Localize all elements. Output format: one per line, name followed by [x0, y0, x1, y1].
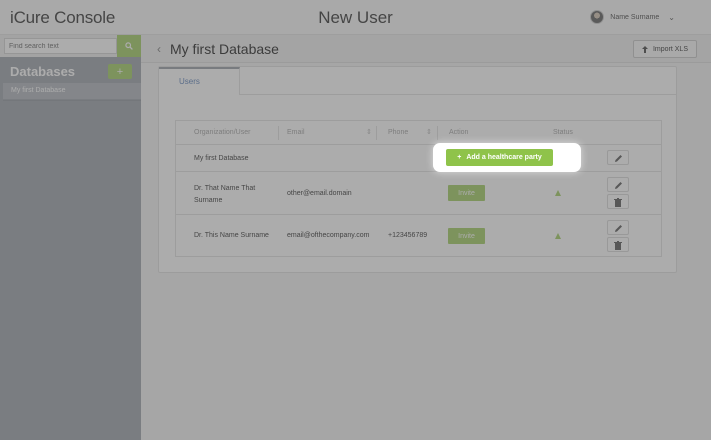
- add-database-button[interactable]: +: [108, 64, 132, 79]
- database-card: Users Organization/User Email ⇕ Phone ⇕ …: [158, 66, 677, 273]
- row-phone: +123456789: [388, 232, 428, 239]
- column-divider: [376, 126, 377, 140]
- add-healthcare-party-button[interactable]: + Add a healthcare party: [446, 149, 553, 166]
- row-email: email@ofthecompany.com: [287, 232, 370, 239]
- row-org: My first Database: [194, 155, 249, 162]
- delete-button[interactable]: [607, 194, 629, 209]
- tab-bar: Users: [159, 67, 676, 95]
- delete-button[interactable]: [607, 237, 629, 252]
- status-pending-icon: [555, 190, 561, 196]
- sidebar-item-my-first-database[interactable]: My first Database: [3, 83, 141, 99]
- sort-icon[interactable]: ⇕: [426, 121, 432, 145]
- search-icon: [125, 42, 133, 50]
- edit-button[interactable]: [607, 150, 629, 165]
- add-healthcare-party-label: Add a healthcare party: [466, 154, 542, 161]
- database-title: My first Database: [170, 41, 279, 57]
- invite-button[interactable]: Invite: [448, 185, 485, 201]
- table-row: My first Database: [176, 145, 661, 172]
- top-bar: iCure Console New User Name Surname ⌄: [0, 0, 711, 35]
- status-pending-icon: [555, 233, 561, 239]
- trash-icon: [614, 198, 622, 207]
- row-org: Dr. That Name That Surname: [194, 185, 256, 204]
- row-email: other@email.domain: [287, 190, 352, 197]
- column-header-phone[interactable]: Phone: [388, 121, 408, 145]
- edit-button[interactable]: [607, 220, 629, 235]
- trash-icon: [614, 241, 622, 250]
- table-row: Dr. This Name Surname email@ofthecompany…: [176, 215, 661, 257]
- pencil-icon: [615, 182, 622, 189]
- user-name: Name Surname: [610, 13, 660, 21]
- sort-icon[interactable]: ⇕: [366, 121, 372, 145]
- import-xls-label: Import XLS: [652, 45, 688, 53]
- search-input[interactable]: [4, 38, 117, 54]
- chevron-down-icon: ⌄: [668, 12, 675, 22]
- column-divider: [437, 126, 438, 140]
- sidebar: Databases + My first Database: [0, 35, 141, 440]
- import-xls-button[interactable]: Import XLS: [633, 40, 697, 58]
- row-org: Dr. This Name Surname: [194, 232, 269, 239]
- search-button[interactable]: [117, 35, 141, 57]
- column-header-action: Action: [449, 129, 469, 136]
- edit-button[interactable]: [607, 177, 629, 192]
- column-header-email[interactable]: Email: [287, 121, 305, 145]
- tab-users[interactable]: Users: [159, 67, 240, 95]
- invite-button[interactable]: Invite: [448, 228, 485, 244]
- column-divider: [278, 126, 279, 140]
- search-row: [0, 35, 141, 57]
- user-menu[interactable]: Name Surname ⌄: [590, 10, 675, 24]
- column-header-status: Status: [553, 129, 573, 136]
- plus-icon: +: [457, 154, 462, 161]
- avatar: [590, 10, 605, 24]
- pencil-icon: [615, 225, 622, 232]
- back-chevron-icon[interactable]: ‹: [157, 42, 161, 56]
- pencil-icon: [615, 155, 622, 162]
- table-row: Dr. That Name That Surname other@email.d…: [176, 172, 661, 215]
- table-header: Organization/User Email ⇕ Phone ⇕ Action…: [176, 121, 661, 145]
- upload-arrow-icon: [641, 45, 648, 53]
- users-table: Organization/User Email ⇕ Phone ⇕ Action…: [175, 120, 662, 257]
- main-header: ‹ My first Database Import XLS: [141, 35, 711, 63]
- sidebar-divider: [3, 100, 141, 101]
- column-header-organization[interactable]: Organization/User: [194, 121, 250, 145]
- databases-heading: Databases: [10, 64, 76, 79]
